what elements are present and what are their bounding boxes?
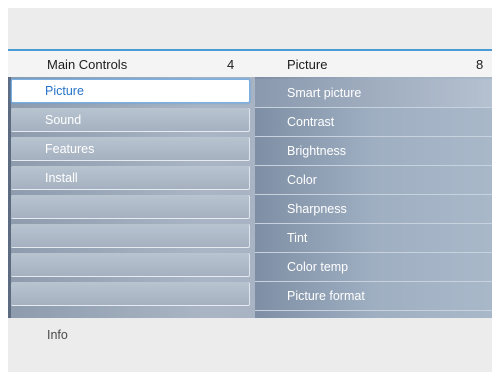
picture-item-color[interactable]: Color xyxy=(255,166,492,195)
info-footer: Info xyxy=(8,318,492,372)
picture-item-smart-picture[interactable]: Smart picture xyxy=(255,79,492,108)
main-controls-item-empty[interactable] xyxy=(11,253,250,277)
picture-item-sharpness[interactable]: Sharpness xyxy=(255,195,492,224)
picture-submenu: Smart picture Contrast Brightness Color … xyxy=(255,77,492,318)
main-controls-item-empty[interactable] xyxy=(11,195,250,219)
main-controls-item-features[interactable]: Features xyxy=(11,137,250,161)
picture-item-color-temp[interactable]: Color temp xyxy=(255,253,492,282)
menu-panel: Picture Sound Features Install Smart pic… xyxy=(8,77,492,318)
picture-item-picture-format[interactable]: Picture format xyxy=(255,282,492,311)
main-controls-item-sound[interactable]: Sound xyxy=(11,108,250,132)
main-controls-item-empty[interactable] xyxy=(11,282,250,306)
info-label: Info xyxy=(47,328,68,342)
top-strip xyxy=(8,8,492,49)
picture-title: Picture xyxy=(287,57,328,72)
main-controls-item-empty[interactable] xyxy=(11,224,250,248)
picture-item-brightness[interactable]: Brightness xyxy=(255,137,492,166)
main-controls-item-install[interactable]: Install xyxy=(11,166,250,190)
main-controls-title: Main Controls xyxy=(47,57,128,72)
picture-count: 8 xyxy=(476,57,484,72)
main-controls-count: 4 xyxy=(227,57,235,72)
picture-item-contrast[interactable]: Contrast xyxy=(255,108,492,137)
tv-menu-screen: Main Controls 4 Picture 8 Picture Sound … xyxy=(8,8,492,372)
menu-header-bar: Main Controls 4 Picture 8 xyxy=(8,49,492,77)
main-controls-item-picture[interactable]: Picture xyxy=(11,79,250,103)
main-controls-list: Picture Sound Features Install xyxy=(8,77,253,318)
picture-item-tint[interactable]: Tint xyxy=(255,224,492,253)
